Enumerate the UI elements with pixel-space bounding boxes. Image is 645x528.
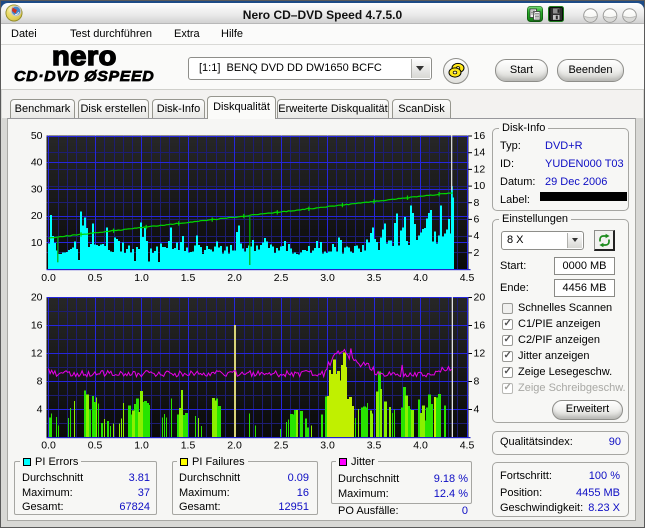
svg-text:6: 6	[474, 213, 480, 225]
svg-text:0.5: 0.5	[88, 272, 103, 284]
svg-text:1.0: 1.0	[134, 440, 149, 452]
svg-text:20: 20	[474, 292, 486, 304]
svg-text:20: 20	[31, 292, 43, 304]
svg-text:3.5: 3.5	[367, 440, 382, 452]
svg-text:40: 40	[31, 157, 43, 169]
svg-text:2.5: 2.5	[274, 272, 289, 284]
svg-text:8: 8	[474, 197, 480, 209]
svg-text:4: 4	[37, 404, 43, 416]
svg-text:4.0: 4.0	[413, 272, 428, 284]
svg-text:16: 16	[31, 320, 43, 332]
svg-text:4.0: 4.0	[413, 440, 428, 452]
svg-text:2.0: 2.0	[227, 272, 242, 284]
svg-text:12: 12	[474, 348, 486, 360]
svg-text:0.0: 0.0	[41, 272, 56, 284]
svg-text:0.0: 0.0	[41, 440, 56, 452]
svg-text:50: 50	[31, 130, 43, 142]
svg-text:20: 20	[31, 210, 43, 222]
svg-text:12: 12	[474, 163, 486, 175]
svg-text:1.5: 1.5	[181, 440, 196, 452]
svg-text:30: 30	[31, 183, 43, 195]
svg-text:3.0: 3.0	[320, 440, 335, 452]
svg-text:4: 4	[474, 230, 480, 242]
svg-text:12: 12	[31, 348, 43, 360]
svg-text:10: 10	[474, 180, 486, 192]
svg-text:1.0: 1.0	[134, 272, 149, 284]
svg-text:8: 8	[37, 376, 43, 388]
svg-text:16: 16	[474, 130, 486, 142]
svg-text:2.5: 2.5	[274, 440, 289, 452]
svg-text:3.5: 3.5	[367, 272, 382, 284]
svg-text:1.5: 1.5	[181, 272, 196, 284]
svg-text:16: 16	[474, 320, 486, 332]
svg-text:8: 8	[474, 376, 480, 388]
svg-text:14: 14	[474, 147, 486, 159]
svg-text:0.5: 0.5	[88, 440, 103, 452]
svg-text:2: 2	[474, 247, 480, 259]
svg-text:4.5: 4.5	[460, 272, 475, 284]
svg-text:10: 10	[31, 237, 43, 249]
svg-text:4.5: 4.5	[460, 440, 475, 452]
svg-text:3.0: 3.0	[320, 272, 335, 284]
svg-text:2.0: 2.0	[227, 440, 242, 452]
svg-text:4: 4	[474, 404, 480, 416]
